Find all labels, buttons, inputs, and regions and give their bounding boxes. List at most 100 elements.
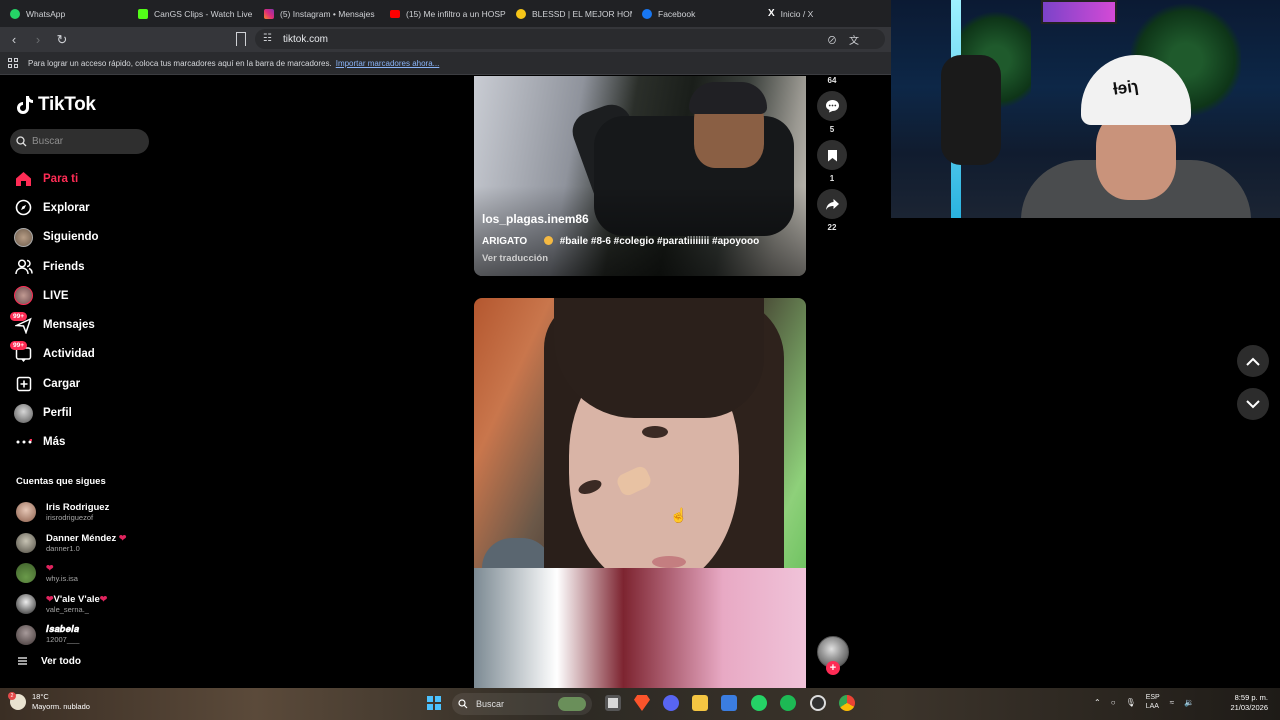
tab-x[interactable]: X Inicio / X xyxy=(758,0,884,27)
sidebar-item-perfil[interactable]: Perfil xyxy=(14,398,154,427)
chrome-icon[interactable] xyxy=(839,695,855,711)
sidebar-item-mas[interactable]: Más xyxy=(14,428,154,457)
discord-icon[interactable] xyxy=(663,695,679,711)
wifi-icon[interactable]: ≈ xyxy=(1170,698,1174,707)
windows-start-icon[interactable] xyxy=(427,696,441,710)
reload-icon[interactable]: ↻ xyxy=(52,30,72,50)
video-player-2[interactable] xyxy=(474,298,806,688)
following-account[interactable]: ❤ why.is.isa xyxy=(16,558,156,589)
avatar xyxy=(16,594,36,615)
comment-icon xyxy=(825,100,839,113)
tab-whatsapp[interactable]: WhatsApp xyxy=(0,0,128,27)
tab-kick[interactable]: CanGS Clips - Watch Live xyxy=(128,0,254,27)
import-bookmarks-link[interactable]: Importar marcadores ahora... xyxy=(336,59,440,68)
see-translation-link[interactable]: Ver traducción xyxy=(482,253,548,264)
video-frame xyxy=(554,298,764,418)
previous-video-button[interactable] xyxy=(1237,345,1269,377)
sidebar-item-friends[interactable]: Friends xyxy=(14,252,154,281)
language-indicator[interactable]: ESP LAA xyxy=(1146,693,1160,711)
avatar xyxy=(16,563,36,584)
share-icon xyxy=(825,198,839,210)
avatar xyxy=(16,532,36,553)
forward-icon[interactable]: › xyxy=(28,30,48,50)
search-icon xyxy=(16,136,27,147)
friends-icon xyxy=(14,257,33,276)
sidebar-item-mensajes[interactable]: 99+ Mensajes xyxy=(10,310,154,339)
messages-badge: 99+ xyxy=(10,311,28,321)
translate-icon[interactable]: ⊘文 xyxy=(827,32,871,47)
taskbar-search[interactable]: Buscar xyxy=(452,693,592,715)
video-actions: 64 5 1 22 xyxy=(815,76,849,232)
site-info-icon[interactable]: ☷ xyxy=(263,33,272,44)
following-account[interactable]: Iris Rodriguez irisrodriguezof xyxy=(16,497,156,528)
video-description: ARIGATO #baile #8-6 #colegio #paratiiiii… xyxy=(482,236,760,247)
tab-facebook[interactable]: Facebook xyxy=(632,0,758,27)
heart-icon: ❤ xyxy=(99,594,108,605)
save-button[interactable] xyxy=(817,140,847,170)
bookmark-icon[interactable] xyxy=(236,32,246,46)
video-hashtags[interactable]: #baile #8-6 #colegio #paratiiiiiiii #apo… xyxy=(560,236,760,247)
sidebar-item-siguiendo[interactable]: Siguiendo xyxy=(14,223,154,252)
sidebar-item-explorar[interactable]: Explorar xyxy=(14,193,154,222)
back-icon[interactable]: ‹ xyxy=(4,30,24,50)
store-icon[interactable] xyxy=(721,695,737,711)
facebook-icon xyxy=(642,8,652,19)
obs-icon[interactable] xyxy=(810,695,826,711)
webcam-background xyxy=(1041,0,1117,24)
sidebar-item-para-ti[interactable]: Para ti xyxy=(14,164,154,193)
more-icon xyxy=(14,433,33,452)
spotify-icon[interactable] xyxy=(780,695,796,711)
see-all-button[interactable]: Ver todo xyxy=(16,656,156,667)
webcam-overlay: ƚɘiɿ xyxy=(891,0,1280,218)
comment-count: 5 xyxy=(829,125,835,134)
volume-icon[interactable]: 🔉 xyxy=(1184,698,1194,707)
follow-plus-icon[interactable]: + xyxy=(826,661,840,675)
comment-button[interactable] xyxy=(817,91,847,121)
tab-instagram[interactable]: (5) Instagram • Mensajes xyxy=(254,0,380,27)
file-explorer-icon[interactable] xyxy=(692,695,708,711)
clock[interactable]: 8:59 p. m. 21/03/2026 xyxy=(1220,693,1268,713)
brave-icon[interactable] xyxy=(634,695,650,711)
chevron-up-icon[interactable]: ⌃ xyxy=(1094,698,1101,707)
profile-icon xyxy=(14,403,33,423)
site-icon xyxy=(516,8,526,19)
following-account[interactable]: 𝑰𝒔𝒂𝒃𝒆𝒍𝒂 12007___ xyxy=(16,619,156,650)
task-view-icon[interactable] xyxy=(605,695,621,711)
share-count: 22 xyxy=(827,223,837,232)
tiktok-note-icon xyxy=(17,96,33,114)
url-field[interactable]: ☷ tiktok.com ⊘文 xyxy=(255,29,885,49)
mic-icon[interactable]: 🎙 xyxy=(1126,698,1136,707)
apps-icon[interactable] xyxy=(8,58,18,68)
search-icon xyxy=(458,699,468,709)
activity-badge: 99+ xyxy=(10,340,28,350)
following-avatar-icon xyxy=(14,227,33,247)
messages-icon: 99+ xyxy=(10,311,33,335)
sidebar-item-live[interactable]: LIVE xyxy=(14,281,154,310)
home-icon xyxy=(14,169,33,188)
next-video-button[interactable] xyxy=(1237,388,1269,420)
bookmarks-bar: Para lograr un acceso rápido, coloca tus… xyxy=(0,52,891,75)
emoji-icon xyxy=(543,236,553,245)
video-player-1[interactable]: los_plagas.inem86 ARIGATO #baile #8-6 #c… xyxy=(474,76,806,276)
tiktok-logo[interactable]: TikTok xyxy=(16,94,96,116)
following-account[interactable]: ❤V'ale V'ale❤ vale_serna._ xyxy=(16,589,156,620)
following-account[interactable]: Danner Méndez ❤ danner1.0 xyxy=(16,528,156,559)
sidebar-item-actividad[interactable]: 99+ Actividad xyxy=(10,340,154,369)
screen: WhatsApp CanGS Clips - Watch Live (5) In… xyxy=(0,0,1280,720)
avatar xyxy=(16,502,36,523)
search-input[interactable]: Buscar xyxy=(10,129,149,154)
network-icon[interactable]: ○ xyxy=(1111,698,1116,707)
video-username[interactable]: los_plagas.inem86 xyxy=(482,212,589,226)
avatar xyxy=(16,624,36,645)
whatsapp-icon[interactable] xyxy=(751,695,767,711)
tab-youtube[interactable]: (15) Me infiltro a un HOSP xyxy=(380,0,506,27)
share-button[interactable] xyxy=(817,189,847,219)
hand-cursor-icon: ☝ xyxy=(670,507,688,523)
microphone xyxy=(941,55,1001,165)
x-icon: X xyxy=(768,8,775,19)
sidebar-item-cargar[interactable]: Cargar xyxy=(14,369,154,398)
tab-blessd[interactable]: BLESSD | EL MEJOR HOMB xyxy=(506,0,632,27)
following-accounts: Cuentas que sigues Iris Rodriguez irisrod… xyxy=(16,476,156,667)
weather-widget[interactable]: 2 18°C Mayorm. nublado xyxy=(8,692,90,712)
video-frame xyxy=(689,82,767,114)
